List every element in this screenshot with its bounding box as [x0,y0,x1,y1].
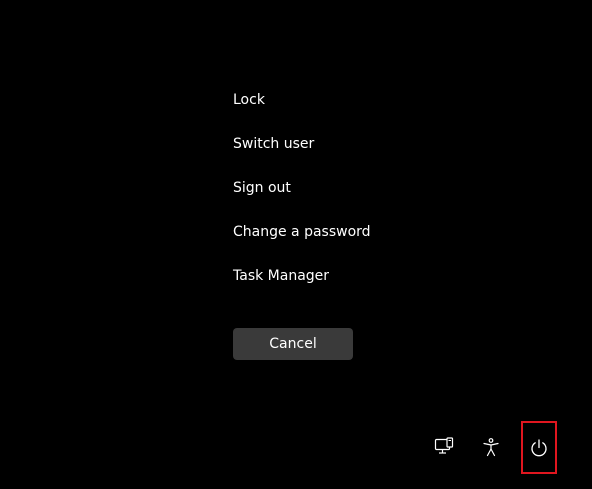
menu-item-label: Task Manager [233,268,330,284]
menu-item-label: Lock [233,92,265,108]
menu-item-switch-user[interactable]: Switch user [233,122,371,166]
accessibility-button[interactable] [473,421,509,473]
accessibility-icon [483,438,499,457]
power-button[interactable] [521,421,557,474]
menu-item-label: Switch user [233,136,315,152]
power-icon [531,438,547,456]
menu-item-label: Sign out [233,180,291,196]
security-options-screen: Lock Switch user Sign out Change a passw… [0,0,592,489]
network-button[interactable] [426,421,462,473]
cancel-button[interactable]: Cancel [233,328,353,360]
network-icon [434,437,454,454]
menu-item-change-password[interactable]: Change a password [233,210,371,254]
menu-item-label: Change a password [233,224,371,240]
menu-item-sign-out[interactable]: Sign out [233,166,371,210]
security-options-menu: Lock Switch user Sign out Change a passw… [233,78,371,298]
menu-item-lock[interactable]: Lock [233,78,371,122]
menu-item-task-manager[interactable]: Task Manager [233,254,371,298]
